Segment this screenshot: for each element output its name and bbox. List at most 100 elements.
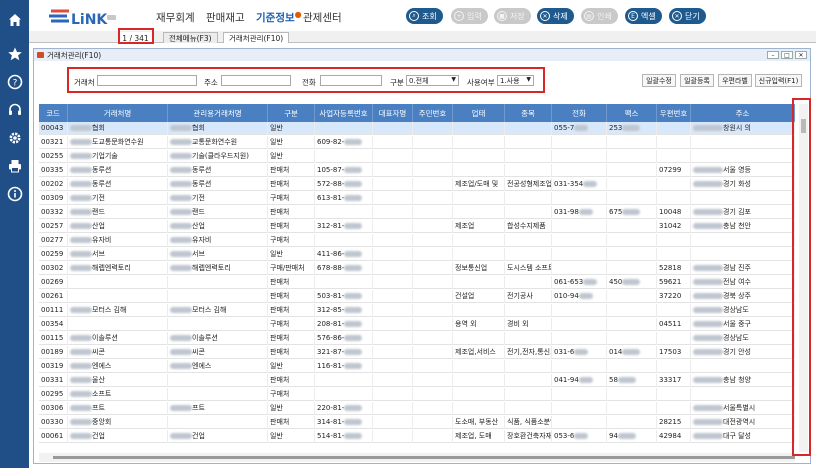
- column-header[interactable]: 관리용거래처명: [168, 104, 268, 122]
- column-header[interactable]: 사업자등록번호: [315, 104, 373, 122]
- redacted-text: [70, 195, 92, 201]
- table-row[interactable]: 00269 판매처 061-653 450 59621 전남 여수: [39, 276, 795, 289]
- table-cell: [607, 402, 657, 415]
- cell-text: 건업: [92, 432, 105, 440]
- redacted-text: [70, 153, 92, 159]
- table-row[interactable]: 00061 건업 건업 일반 514-81- 제조업, 도매 장호환건축자재, 053-6 94…: [39, 430, 795, 443]
- table-cell: 씨콘: [168, 346, 268, 359]
- column-header[interactable]: 코드: [39, 104, 68, 122]
- add-button[interactable]: + 입력: [451, 8, 488, 24]
- window-close-icon[interactable]: ✕: [795, 51, 807, 59]
- menu-sales-inventory[interactable]: 판매재고: [206, 10, 245, 25]
- bulk-edit-button[interactable]: 일괄수정: [642, 74, 676, 87]
- menu-finance[interactable]: 재무회계: [156, 10, 195, 25]
- column-header[interactable]: 구분: [268, 104, 315, 122]
- menu-master-data[interactable]: 기준정보●: [256, 10, 302, 25]
- partner-input[interactable]: [97, 75, 197, 86]
- column-header[interactable]: 거래처명: [68, 104, 168, 122]
- column-header[interactable]: 업태: [453, 104, 505, 122]
- table-cell: [657, 388, 691, 401]
- vertical-scroll-thumb[interactable]: [801, 119, 806, 133]
- table-row[interactable]: 00255 기업기술 기술(클라우드지원) 일반: [39, 150, 795, 163]
- table-cell: 675: [607, 206, 657, 219]
- table-row[interactable]: 00354 구매처 208-81- 용역 외 경비 외 04511 서울 중구: [39, 318, 795, 331]
- save-button[interactable]: ■ 저장: [494, 8, 531, 24]
- headset-icon[interactable]: [5, 100, 24, 119]
- star-icon[interactable]: [5, 44, 24, 63]
- table-cell: 합성수지제품: [505, 220, 552, 233]
- tab-all-menu[interactable]: 전체메뉴(F3): [163, 32, 218, 43]
- table-cell: [413, 388, 453, 401]
- phone-input[interactable]: [320, 75, 382, 86]
- print-button[interactable]: ▤ 인쇄: [581, 8, 618, 24]
- vertical-scrollbar[interactable]: [799, 104, 808, 452]
- column-header[interactable]: 종목: [505, 104, 552, 122]
- table-row[interactable]: 00321 도교통문화연수원 교통문화연수원 일반 609-82-: [39, 136, 795, 149]
- table-row[interactable]: 00111 모터스 김해 모터스 김해 판매처 312-85- 경상남도: [39, 304, 795, 317]
- type-select[interactable]: 0.전체 ▼: [406, 75, 459, 86]
- use-select[interactable]: 1.사용 ▼: [497, 75, 534, 86]
- column-header[interactable]: 우편번호: [657, 104, 691, 122]
- table-row[interactable]: 00115 이솔루션 이솔루션 판매처 576-86- 경상남도: [39, 332, 795, 345]
- menu-control-center[interactable]: 관제센터: [303, 10, 342, 25]
- table-row[interactable]: 00302 해렙엔력토리 해렙엔력토리 구매/판매처 678-88- 정보통신업 도시스템 …: [39, 262, 795, 275]
- home-icon[interactable]: [5, 10, 24, 29]
- table-cell: 321-87-: [315, 346, 373, 359]
- table-row[interactable]: 00332 랜드 랜드 판매처 031-98 675 10048 경기 김포: [39, 206, 795, 219]
- chevron-down-icon: ▼: [451, 76, 456, 83]
- redacted-text: [70, 307, 92, 313]
- table-cell: 구매/판매처: [268, 262, 315, 275]
- table-cell: 94: [607, 430, 657, 443]
- cell-text: 전남 여수: [723, 278, 751, 286]
- column-header[interactable]: 주소: [691, 104, 795, 122]
- minimize-icon[interactable]: –: [767, 51, 779, 59]
- printer-icon[interactable]: [5, 156, 24, 175]
- table-row[interactable]: 00259 서브 서브 일반 411-86-: [39, 248, 795, 261]
- horizontal-scrollbar[interactable]: [39, 453, 795, 462]
- table-row[interactable]: 00295 소프트 구매처: [39, 388, 795, 401]
- table-cell: 061-653: [552, 276, 607, 289]
- app-logo: LiNK: [47, 7, 117, 29]
- table-row[interactable]: 00189 씨콘 씨콘 판매처321-87- 제조업,서비스전기,전자,통신기기031-…: [39, 346, 795, 359]
- new-entry-button[interactable]: 신규입력(F1): [755, 74, 802, 87]
- table-row[interactable]: 00335 동루션 동루션 판매처 105-87- 07299 서울 영등: [39, 164, 795, 177]
- table-cell: 모터스 김해: [68, 304, 168, 317]
- maximize-icon[interactable]: □: [781, 51, 793, 59]
- table-cell: [413, 192, 453, 205]
- address-input[interactable]: [221, 75, 291, 86]
- cell-text: 58: [609, 376, 618, 384]
- tab-partner-management[interactable]: 거래처관리(F10): [223, 32, 290, 43]
- table-cell: [373, 290, 413, 303]
- sidebar: ?: [0, 0, 29, 468]
- table-row[interactable]: 00277 유자비 유자비 구매처: [39, 234, 795, 247]
- table-row[interactable]: 00306 프트 프트 일반 220-81- 서울특별시: [39, 402, 795, 415]
- gear-icon[interactable]: [5, 128, 24, 147]
- help-icon[interactable]: ?: [5, 72, 24, 91]
- table-cell: 장호환건축자재,: [505, 430, 552, 443]
- close-button[interactable]: ✕ 닫기: [669, 8, 706, 24]
- info-icon[interactable]: [5, 184, 24, 203]
- column-header[interactable]: 주민번호: [413, 104, 453, 122]
- horizontal-scroll-thumb[interactable]: [53, 456, 795, 459]
- table-cell: 구매처: [268, 234, 315, 247]
- delete-button[interactable]: ✕ 삭제: [537, 8, 574, 24]
- excel-button[interactable]: E 엑셀: [625, 8, 662, 24]
- bulk-register-button[interactable]: 일괄등록: [680, 74, 714, 87]
- table-row[interactable]: 00309 기전 기전 구매처 613-81-: [39, 192, 795, 205]
- cell-text: 산업: [92, 222, 105, 230]
- table-row[interactable]: 00257 산업 산업 판매처 312-81- 제조업 합성수지제품 31042 충남 천안: [39, 220, 795, 233]
- column-header[interactable]: 팩스: [607, 104, 657, 122]
- table-row[interactable]: 00261 판매처 503-81- 건설업 전기공사 010-94 37220 경북 상주: [39, 290, 795, 303]
- table-row[interactable]: 00202 동루션 동루션 판매처 572-88- 제조업/도매 및 전공성형제조업, 031…: [39, 178, 795, 191]
- table-row[interactable]: 00330 중앙회 판매처314-81- 도소매, 부동산식품, 식품소분업, 2821…: [39, 416, 795, 429]
- redacted-text: [170, 349, 192, 355]
- search-icon: ⌕: [409, 11, 419, 21]
- postal-label-button[interactable]: 우편라벨: [718, 74, 752, 87]
- table-cell: [505, 374, 552, 387]
- column-header[interactable]: 전화: [552, 104, 607, 122]
- search-button[interactable]: ⌕ 조회: [406, 8, 443, 24]
- column-header[interactable]: 대표자명: [373, 104, 413, 122]
- table-row[interactable]: 00331 울산 판매처 041-94 58 33317 충남 청양: [39, 374, 795, 387]
- table-row[interactable]: 00319 엔에스 엔에스 일반 116-81-: [39, 360, 795, 373]
- table-row[interactable]: 00043 협회 협회 일반 055-7 253 창원시 의: [39, 122, 795, 135]
